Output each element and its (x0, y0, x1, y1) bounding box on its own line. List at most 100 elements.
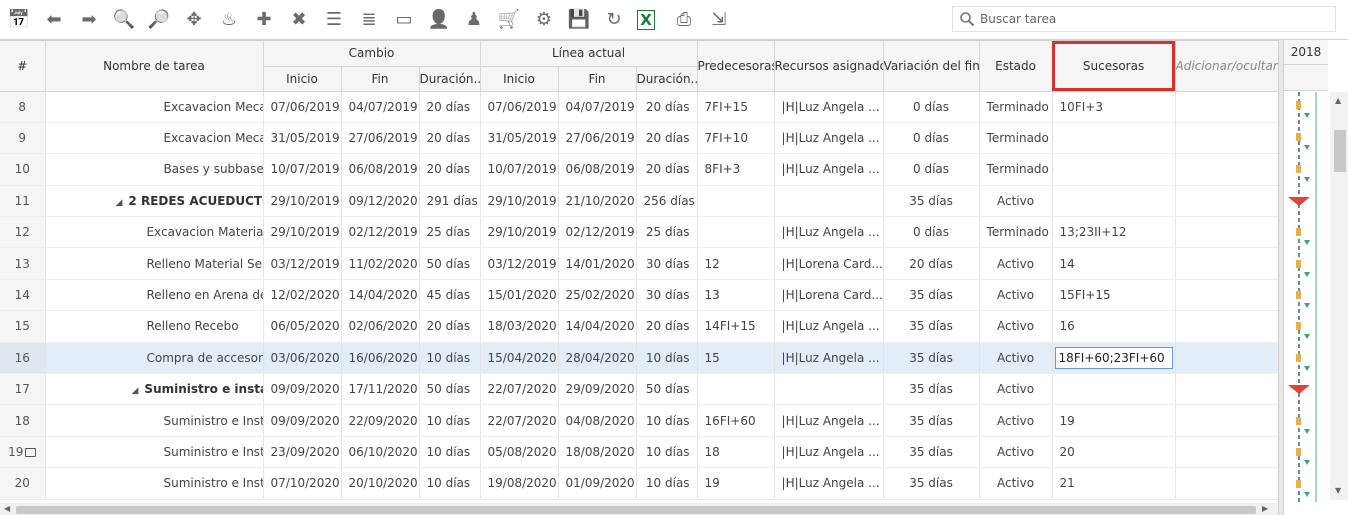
link-icon[interactable]: ▭ (392, 8, 416, 32)
cambio-inicio-cell[interactable]: 10/07/2019 (263, 153, 342, 186)
zoom-out-icon[interactable]: 🔍 (112, 8, 136, 32)
gear-icon[interactable]: ⚙ (532, 8, 556, 32)
column-header-task-name[interactable]: Nombre de tarea (45, 41, 264, 92)
linea-inicio-cell[interactable]: 29/10/2019 (480, 185, 559, 218)
predecesoras-cell[interactable]: 13 (697, 279, 775, 312)
cambio-inicio-cell[interactable]: 31/05/2019 (263, 122, 342, 155)
variacion-cell[interactable]: 0 días (883, 91, 980, 123)
sucesoras-cell[interactable] (1052, 373, 1176, 406)
sucesoras-cell[interactable]: 18FI+60;23FI+60 (1052, 342, 1176, 375)
linea-inicio-cell[interactable]: 15/04/2020 (480, 342, 559, 375)
variacion-cell[interactable]: 35 días (883, 404, 980, 437)
estado-cell[interactable]: Terminado (979, 153, 1053, 186)
column-header-variacion[interactable]: Variación del fin (883, 41, 980, 92)
cambio-fin-cell[interactable]: 20/10/2020 (341, 467, 420, 500)
row-number[interactable]: 12 (0, 216, 46, 249)
variacion-cell[interactable]: 0 días (883, 216, 980, 249)
recursos-cell[interactable]: |H|Luz Angela ... (774, 467, 884, 500)
recursos-cell[interactable]: |H|Luz Angela ... (774, 216, 884, 249)
cambio-duracion-cell[interactable]: 10 días (419, 436, 481, 469)
sucesoras-cell[interactable]: 19 (1052, 404, 1176, 437)
variacion-cell[interactable]: 0 días (883, 122, 980, 155)
task-name-cell[interactable]: Relleno Material Seleccionad (45, 247, 264, 280)
column-header-cambio-duracion[interactable]: Duración.. (419, 66, 481, 92)
table-row[interactable]: 9 Excavacion Mecanica con 31/05/2019 27/06/… (0, 122, 1278, 155)
cambio-fin-cell[interactable]: 22/09/2020 (341, 404, 420, 437)
task-name-cell[interactable]: Relleno Recebo (45, 310, 264, 343)
cambio-fin-cell[interactable]: 06/10/2020 (341, 436, 420, 469)
table-row[interactable]: 17 ◢ Suministro e instalación 09/09/2020 17/… (0, 373, 1278, 406)
variacion-cell[interactable]: 35 días (883, 467, 980, 500)
sucesoras-cell[interactable]: 15FI+15 (1052, 279, 1176, 312)
linea-inicio-cell[interactable]: 18/03/2020 (480, 310, 559, 343)
linea-fin-cell[interactable]: 18/08/2020 (558, 436, 637, 469)
column-header-adicionar-ocultar[interactable]: Adicionar/ocultar (1175, 41, 1278, 92)
row-number[interactable]: 18 (0, 404, 46, 437)
variacion-cell[interactable]: 35 días (883, 310, 980, 343)
recursos-cell[interactable] (774, 373, 884, 406)
estado-cell[interactable]: Activo (979, 279, 1053, 312)
search-input[interactable] (980, 9, 1280, 29)
column-header-cambio-fin[interactable]: Fin (341, 66, 420, 92)
column-header-linea-fin[interactable]: Fin (558, 66, 637, 92)
column-header-number[interactable]: # (0, 41, 46, 92)
linea-duracion-cell[interactable]: 25 días (636, 216, 698, 249)
refresh-icon[interactable]: ↻ (602, 8, 626, 32)
table-row[interactable]: 13 Relleno Material Seleccionad 03/12/2019… (0, 247, 1278, 280)
estado-cell[interactable]: Terminado (979, 216, 1053, 249)
linea-duracion-cell[interactable]: 256 días (636, 185, 698, 218)
linea-duracion-cell[interactable]: 10 días (636, 467, 698, 500)
vertical-scroll-thumb[interactable] (1334, 130, 1346, 172)
recursos-cell[interactable]: |H|Luz Angela ... (774, 436, 884, 469)
cambio-duracion-cell[interactable]: 10 días (419, 342, 481, 375)
variacion-cell[interactable]: 20 días (883, 247, 980, 280)
dependency-icon[interactable]: ♟ (462, 8, 486, 32)
cambio-duracion-cell[interactable]: 20 días (419, 91, 481, 123)
sucesoras-cell[interactable]: 16 (1052, 310, 1176, 343)
cart-icon[interactable]: 🛒 (497, 8, 521, 32)
cambio-fin-cell[interactable]: 14/04/2020 (341, 279, 420, 312)
variacion-cell[interactable]: 35 días (883, 279, 980, 312)
linea-fin-cell[interactable]: 02/12/2019 (558, 216, 637, 249)
row-number[interactable]: 16 (0, 342, 46, 375)
table-row[interactable]: 14 Relleno en Arena de Peña 12/02/2020 14/0… (0, 279, 1278, 312)
cambio-fin-cell[interactable]: 04/07/2019 (341, 91, 420, 123)
variacion-cell[interactable]: 35 días (883, 373, 980, 406)
horizontal-scrollbar[interactable]: ◀ ▶ (0, 503, 1278, 515)
print-icon[interactable]: ⎙ (672, 8, 696, 32)
linea-duracion-cell[interactable]: 20 días (636, 310, 698, 343)
row-number[interactable]: 10 (0, 153, 46, 186)
predecesoras-cell[interactable]: 16FI+60 (697, 404, 775, 437)
predecesoras-cell[interactable] (697, 373, 775, 406)
recursos-cell[interactable]: |H|Luz Angela ... (774, 342, 884, 375)
table-row[interactable]: 20 Suministro e Instalacion 07/10/2020 20/1… (0, 467, 1278, 500)
table-row[interactable]: 10 Bases y subbases Casas, 10/07/2019 06/08… (0, 153, 1278, 186)
sucesoras-cell[interactable]: 21 (1052, 467, 1176, 500)
predecesoras-cell[interactable]: 18 (697, 436, 775, 469)
linea-duracion-cell[interactable]: 10 días (636, 436, 698, 469)
export-icon[interactable]: ⇲ (707, 8, 731, 32)
recursos-cell[interactable]: |H|Luz Angela ... (774, 91, 884, 123)
estado-cell[interactable]: Terminado (979, 91, 1053, 123)
linea-duracion-cell[interactable]: 20 días (636, 153, 698, 186)
recursos-cell[interactable]: |H|Luz Angela ... (774, 122, 884, 155)
row-number[interactable]: 8 (0, 91, 46, 123)
cambio-inicio-cell[interactable]: 09/09/2020 (263, 373, 342, 406)
table-row[interactable]: 19 Suministro e Instalacion 23/09/2020 06/1… (0, 436, 1278, 469)
table-row[interactable]: 8 Excavacion Mecanica con 07/06/2019 04/07/… (0, 91, 1278, 123)
save-icon[interactable]: 💾 (567, 8, 591, 32)
column-header-recursos[interactable]: Recursos asignados (774, 41, 884, 92)
cambio-duracion-cell[interactable]: 45 días (419, 279, 481, 312)
zoom-in-icon[interactable]: 🔎 (147, 8, 171, 32)
column-header-sucesoras[interactable]: Sucesoras (1052, 41, 1176, 92)
cambio-duracion-cell[interactable]: 20 días (419, 153, 481, 186)
variacion-cell[interactable]: 35 días (883, 436, 980, 469)
scroll-left-icon[interactable]: ◀ (4, 504, 10, 513)
recursos-cell[interactable]: |H|Lorena Card... (774, 247, 884, 280)
estado-cell[interactable]: Activo (979, 247, 1053, 280)
linea-fin-cell[interactable]: 27/06/2019 (558, 122, 637, 155)
cambio-duracion-cell[interactable]: 291 días (419, 185, 481, 218)
task-name-cell[interactable]: ◢ 2 REDES ACUEDUCTO U.I. (45, 185, 264, 218)
cambio-fin-cell[interactable]: 06/08/2019 (341, 153, 420, 186)
linea-fin-cell[interactable]: 21/10/2020 (558, 185, 637, 218)
